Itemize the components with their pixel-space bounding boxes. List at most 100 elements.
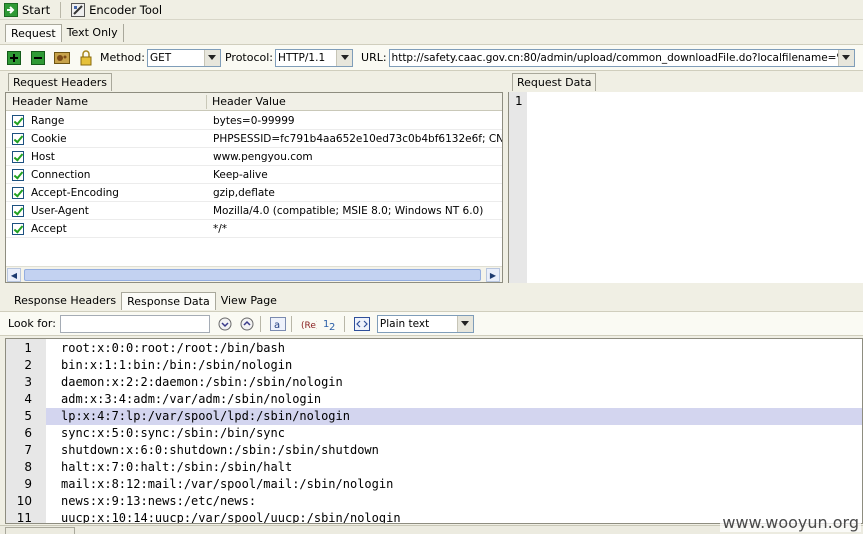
line-text: mail:x:8:12:mail:/var/spool/mail:/sbin/n… bbox=[61, 477, 394, 491]
row-checkbox[interactable] bbox=[12, 151, 24, 163]
row-checkbox[interactable] bbox=[12, 187, 24, 199]
code-line: 4 adm:x:3:4:adm:/var/adm:/sbin/nologin bbox=[6, 391, 862, 408]
divider bbox=[259, 315, 261, 332]
main-toolbar: Start Encoder Tool bbox=[0, 0, 863, 20]
tab-response-headers[interactable]: Response Headers bbox=[9, 292, 122, 310]
scroll-left-icon[interactable]: ◀ bbox=[7, 268, 21, 282]
scroll-thumb[interactable] bbox=[24, 269, 481, 281]
chevron-down-icon[interactable] bbox=[837, 49, 854, 66]
line-text: sync:x:5:0:sync:/sbin:/bin/sync bbox=[61, 426, 285, 440]
scroll-right-icon[interactable]: ▶ bbox=[486, 268, 500, 282]
row-checkbox[interactable] bbox=[12, 115, 24, 127]
look-for-input[interactable] bbox=[59, 314, 210, 333]
syntax-select[interactable]: Plain text bbox=[376, 314, 474, 333]
line-number: 5 bbox=[6, 408, 46, 425]
search-bar: Look for: a (Re) 12 Plain text bbox=[0, 311, 863, 336]
table-row[interactable]: Accept */* bbox=[6, 220, 502, 238]
table-row[interactable]: User-Agent Mozilla/4.0 (compatible; MSIE… bbox=[6, 202, 502, 220]
header-value: gzip,deflate bbox=[213, 187, 275, 199]
request-headers-title[interactable]: Request Headers bbox=[8, 73, 112, 91]
line-number: 7 bbox=[24, 443, 32, 457]
request-data-title[interactable]: Request Data bbox=[512, 73, 597, 91]
table-row[interactable]: Connection Keep-alive bbox=[6, 166, 502, 184]
tab-response-data[interactable]: Response Data bbox=[121, 292, 216, 310]
format-button[interactable] bbox=[353, 315, 371, 333]
find-previous-button[interactable] bbox=[238, 315, 256, 333]
method-select[interactable]: GET bbox=[146, 48, 221, 67]
response-data-editor[interactable]: 1 root:x:0:0:root:/root:/bin/bash 2 bin:… bbox=[5, 338, 863, 524]
protocol-select[interactable]: HTTP/1.1 bbox=[275, 48, 354, 67]
line-number: 9 bbox=[24, 477, 32, 491]
regex-button[interactable]: (Re) bbox=[300, 315, 318, 333]
header-value: bytes=0-99999 bbox=[213, 115, 295, 127]
chevron-down-icon[interactable] bbox=[203, 49, 220, 66]
header-value: PHPSESSID=fc791b4aa652e10ed73c0b4bf6132e… bbox=[213, 133, 503, 145]
arrow-down-circle-icon bbox=[218, 317, 232, 330]
table-row[interactable]: Range bytes=0-99999 bbox=[6, 112, 502, 130]
row-checkbox[interactable] bbox=[12, 205, 24, 217]
table-row[interactable]: Cookie PHPSESSID=fc791b4aa652e10ed73c0b4… bbox=[6, 130, 502, 148]
bottom-tab[interactable] bbox=[5, 527, 75, 534]
remove-header-button[interactable] bbox=[28, 48, 48, 68]
divider bbox=[290, 315, 292, 332]
line-number: 2 bbox=[24, 358, 32, 372]
arrow-up-circle-icon bbox=[240, 317, 254, 330]
header-value: Mozilla/4.0 (compatible; MSIE 8.0; Windo… bbox=[213, 205, 484, 217]
encoder-tool-button[interactable]: Encoder Tool bbox=[67, 1, 166, 19]
table-row[interactable]: Host www.pengyou.com bbox=[6, 148, 502, 166]
cookie-button[interactable] bbox=[52, 48, 72, 68]
line-number: 1 bbox=[24, 341, 32, 355]
protocol-value: HTTP/1.1 bbox=[278, 51, 326, 64]
col-header-name[interactable]: Header Name bbox=[6, 93, 206, 111]
svg-text:(Re): (Re) bbox=[301, 321, 317, 331]
request-data-editor[interactable]: 1 bbox=[508, 92, 863, 283]
line-text: root:x:0:0:root:/root:/bin/bash bbox=[61, 341, 285, 355]
response-tabs: Response Headers Response Data View Page bbox=[9, 292, 282, 310]
toolbar-divider bbox=[60, 1, 62, 18]
chevron-down-icon[interactable] bbox=[456, 315, 473, 332]
add-header-button[interactable] bbox=[4, 48, 24, 68]
table-row[interactable]: Accept-Encoding gzip,deflate bbox=[6, 184, 502, 202]
request-controls: Method: GET Protocol: HTTP/1.1 URL: http… bbox=[0, 44, 863, 71]
line-text: news:x:9:13:news:/etc/news: bbox=[61, 494, 257, 508]
tab-request[interactable]: Request bbox=[5, 24, 62, 42]
line-text: uucp:x:10:14:uucp:/var/spool/uucp:/sbin/… bbox=[61, 511, 401, 524]
row-checkbox[interactable] bbox=[12, 223, 24, 235]
url-input[interactable]: http://safety.caac.gov.cn:80/admin/uploa… bbox=[388, 48, 855, 67]
match-case-button[interactable]: a bbox=[269, 315, 287, 333]
request-tabs: Request Text Only bbox=[5, 24, 124, 42]
horizontal-scrollbar[interactable]: ◀ ▶ bbox=[6, 266, 502, 282]
col-header-value[interactable]: Header Value bbox=[206, 93, 502, 111]
chevron-down-icon[interactable] bbox=[336, 49, 353, 66]
header-value: Keep-alive bbox=[213, 169, 268, 181]
code-line-highlighted: 5 lp:x:4:7:lp:/var/spool/lpd:/sbin/nolog… bbox=[6, 408, 862, 425]
code-line: 3 daemon:x:2:2:daemon:/sbin:/sbin/nologi… bbox=[6, 374, 862, 391]
row-checkbox[interactable] bbox=[12, 133, 24, 145]
line-gutter: 1 bbox=[509, 92, 527, 283]
divider bbox=[343, 315, 345, 332]
header-value: www.pengyou.com bbox=[213, 151, 313, 163]
encoder-label: Encoder Tool bbox=[89, 3, 163, 17]
code-line: 8 halt:x:7:0:halt:/sbin:/sbin/halt bbox=[6, 459, 862, 476]
line-text: adm:x:3:4:adm:/var/adm:/sbin/nologin bbox=[61, 392, 322, 406]
header-name: Host bbox=[31, 151, 55, 163]
authentication-button[interactable] bbox=[76, 48, 96, 68]
search-options-button[interactable]: 12 bbox=[322, 315, 340, 333]
table-header: Header Name Header Value bbox=[6, 93, 502, 111]
find-next-button[interactable] bbox=[216, 315, 234, 333]
tab-view-page[interactable]: View Page bbox=[215, 292, 282, 310]
url-value: http://safety.caac.gov.cn:80/admin/uploa… bbox=[391, 51, 838, 64]
start-button[interactable]: Start bbox=[0, 1, 54, 19]
encoder-icon bbox=[71, 3, 86, 17]
line-text: daemon:x:2:2:daemon:/sbin:/sbin/nologin bbox=[61, 375, 343, 389]
regex-icon: (Re) bbox=[301, 321, 317, 331]
start-icon bbox=[4, 3, 18, 17]
search-options-icon: 12 bbox=[323, 319, 335, 331]
header-value: */* bbox=[213, 223, 228, 235]
row-checkbox[interactable] bbox=[12, 169, 24, 181]
header-name: Range bbox=[31, 115, 65, 127]
tab-text-only[interactable]: Text Only bbox=[61, 24, 124, 42]
line-number: 6 bbox=[24, 426, 32, 440]
line-text: bin:x:1:1:bin:/bin:/sbin/nologin bbox=[61, 358, 293, 372]
method-value: GET bbox=[149, 51, 172, 64]
